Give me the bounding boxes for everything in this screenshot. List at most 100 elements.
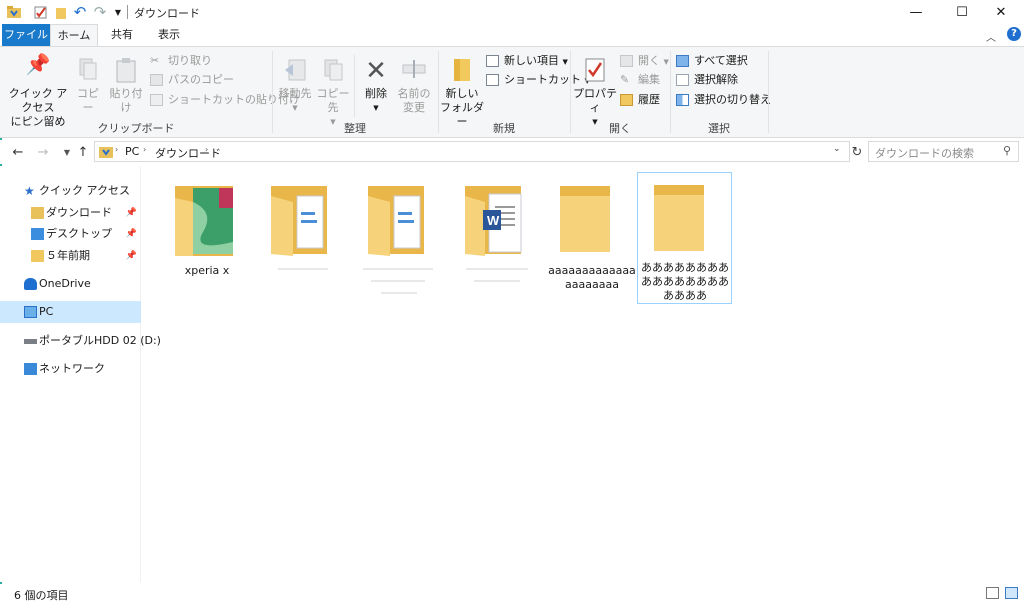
item-count: 6 個の項目 [14, 589, 69, 602]
copy-button[interactable]: コピー [72, 57, 104, 115]
nav-portable-hdd[interactable]: ポータブルHDD 02 (D:) [0, 330, 161, 352]
history-button[interactable]: 履歴 [620, 91, 660, 109]
properties-button[interactable]: プロパティ ▼ [572, 57, 618, 129]
up-arrow-icon[interactable]: ↑ [74, 142, 92, 162]
move-to-button[interactable]: 移動先 ▼ [276, 57, 314, 115]
select-all-button[interactable]: すべて選択 [676, 52, 748, 70]
new-folder-button[interactable]: 新しい フォルダー [440, 57, 484, 129]
file-name: ああああああああああああああああああああ [641, 261, 729, 302]
help-icon[interactable]: ? [1007, 27, 1021, 41]
nav-label: ５年前期 [46, 249, 90, 262]
delete-button[interactable]: ✕ 削除 ▼ [358, 57, 394, 115]
edit-button[interactable]: ✎ 編集 [620, 71, 660, 89]
nav-pc[interactable]: PC [0, 301, 141, 323]
downloads-location-icon [99, 145, 113, 161]
blurred-name [278, 268, 328, 270]
move-to-dropdown-icon: ▼ [292, 104, 298, 112]
nav-downloads[interactable]: ダウンロード 📌 [0, 202, 141, 224]
properties-icon [572, 57, 618, 87]
nav-five-years[interactable]: ５年前期 📌 [0, 245, 141, 267]
breadcrumb-downloads[interactable]: ダウンロード [155, 145, 221, 161]
customize-quick-access-icon[interactable]: ▼ [110, 4, 126, 20]
close-button[interactable]: ✕ [978, 0, 1024, 24]
invert-selection-icon [676, 94, 689, 106]
title-bar: ↶ ↷ ▼ ダウンロード — ☐ ✕ [0, 0, 1024, 24]
paste-label: 貼り付け [109, 87, 143, 114]
file-item[interactable]: W [450, 174, 544, 302]
onedrive-cloud-icon [24, 278, 37, 290]
blurred-name [474, 280, 520, 282]
new-folder-quick-icon[interactable] [53, 4, 69, 20]
paste-button[interactable]: 貼り付け [106, 57, 146, 115]
select-all-icon [676, 55, 689, 67]
refresh-icon[interactable]: ↻ [848, 142, 866, 162]
copy-to-button[interactable]: コピー先 ▼ [314, 57, 352, 129]
new-item-button[interactable]: 新しい項目 ▼ [486, 52, 568, 70]
copy-path-icon [150, 74, 163, 86]
nav-label: デスクトップ [46, 227, 112, 240]
move-to-icon [276, 57, 314, 87]
breadcrumb-pc[interactable]: PC [125, 145, 139, 158]
group-separator [768, 51, 769, 133]
redo-icon[interactable]: ↷ [92, 3, 108, 21]
nav-network[interactable]: ネットワーク [0, 358, 141, 380]
forward-arrow-icon[interactable]: → [34, 142, 52, 162]
word-document-folder-icon: W [465, 186, 522, 256]
collapse-ribbon-icon[interactable]: ︿ [986, 29, 996, 44]
invert-selection-button[interactable]: 選択の切り替え [676, 91, 771, 109]
search-input[interactable]: ダウンロードの検索 [875, 145, 974, 161]
file-view: xperia x W aaaaaaaaaaaaaaaaaaaaa あああああああ… [143, 166, 1024, 582]
rename-button[interactable]: 名前の 変更 [396, 57, 432, 115]
nav-desktop[interactable]: デスクトップ 📌 [0, 223, 141, 245]
select-none-icon [676, 74, 689, 86]
undo-icon[interactable]: ↶ [72, 3, 88, 21]
copy-path-button[interactable]: パスのコピー [150, 71, 234, 89]
new-group-label: 新規 [493, 122, 515, 135]
minimize-button[interactable]: — [893, 0, 939, 24]
folder-app-icon[interactable] [6, 4, 22, 20]
pin-icon: 📌 [125, 251, 137, 261]
window-title: ダウンロード [134, 7, 200, 20]
desktop-icon [31, 228, 44, 240]
nav-onedrive[interactable]: OneDrive [0, 273, 141, 295]
file-item[interactable]: xperia x [160, 174, 254, 302]
file-item[interactable] [353, 174, 447, 302]
breadcrumb-chevron-icon[interactable]: › [115, 145, 118, 154]
nav-quick-access[interactable]: ★ クイック アクセス [0, 180, 141, 202]
copy-to-label: コピー先 [316, 87, 350, 114]
search-icon[interactable]: ⚲ [1003, 144, 1011, 157]
file-name: aaaaaaaaaaaaaaaaaaaaa [548, 264, 636, 291]
file-item[interactable]: aaaaaaaaaaaaaaaaaaaaa [545, 174, 639, 302]
large-icons-view-icon[interactable] [1005, 587, 1018, 599]
edit-pencil-icon: ✎ [620, 73, 630, 86]
file-item[interactable] [256, 174, 350, 302]
pin-to-quick-access-button[interactable]: 📌 クイック アクセス にピン留め [4, 52, 72, 129]
properties-quick-icon[interactable] [32, 4, 48, 20]
tab-share[interactable]: 共有 [104, 24, 140, 46]
select-none-button[interactable]: 選択解除 [676, 71, 738, 89]
search-box[interactable]: ダウンロードの検索 ⚲ [868, 141, 1019, 162]
navigation-pane: ★ クイック アクセス ダウンロード 📌 デスクトップ 📌 ５年前期 📌 One… [0, 166, 161, 582]
tab-home[interactable]: ホーム [50, 24, 98, 46]
open-button[interactable]: 開く ▼ [620, 52, 669, 70]
back-arrow-icon[interactable]: ← [9, 142, 27, 162]
select-group-label: 選択 [708, 122, 730, 135]
details-view-icon[interactable] [986, 587, 999, 599]
file-item-selected[interactable]: ああああああああああああああああああああ [637, 172, 732, 304]
tab-view[interactable]: 表示 [150, 24, 188, 46]
address-bar[interactable]: › PC › ダウンロード › ⌄ [94, 141, 850, 162]
blurred-name [363, 268, 433, 270]
pin-icon: 📌 [25, 52, 51, 76]
pin-label-1: クイック アクセス [8, 87, 68, 114]
tab-file[interactable]: ファイル [2, 24, 50, 46]
scissors-icon: ✂ [150, 54, 160, 67]
address-history-chevron-icon[interactable]: ⌄ [833, 144, 841, 154]
copy-label: コピー [77, 87, 99, 114]
open-icon [620, 55, 633, 67]
delete-label: 削除 [365, 87, 387, 100]
status-bar: 6 個の項目 [0, 584, 1024, 603]
breadcrumb-chevron-icon[interactable]: › [205, 145, 208, 154]
breadcrumb-chevron-icon[interactable]: › [143, 145, 146, 154]
cut-button[interactable]: ✂ 切り取り [150, 52, 212, 70]
network-icon [24, 363, 37, 375]
